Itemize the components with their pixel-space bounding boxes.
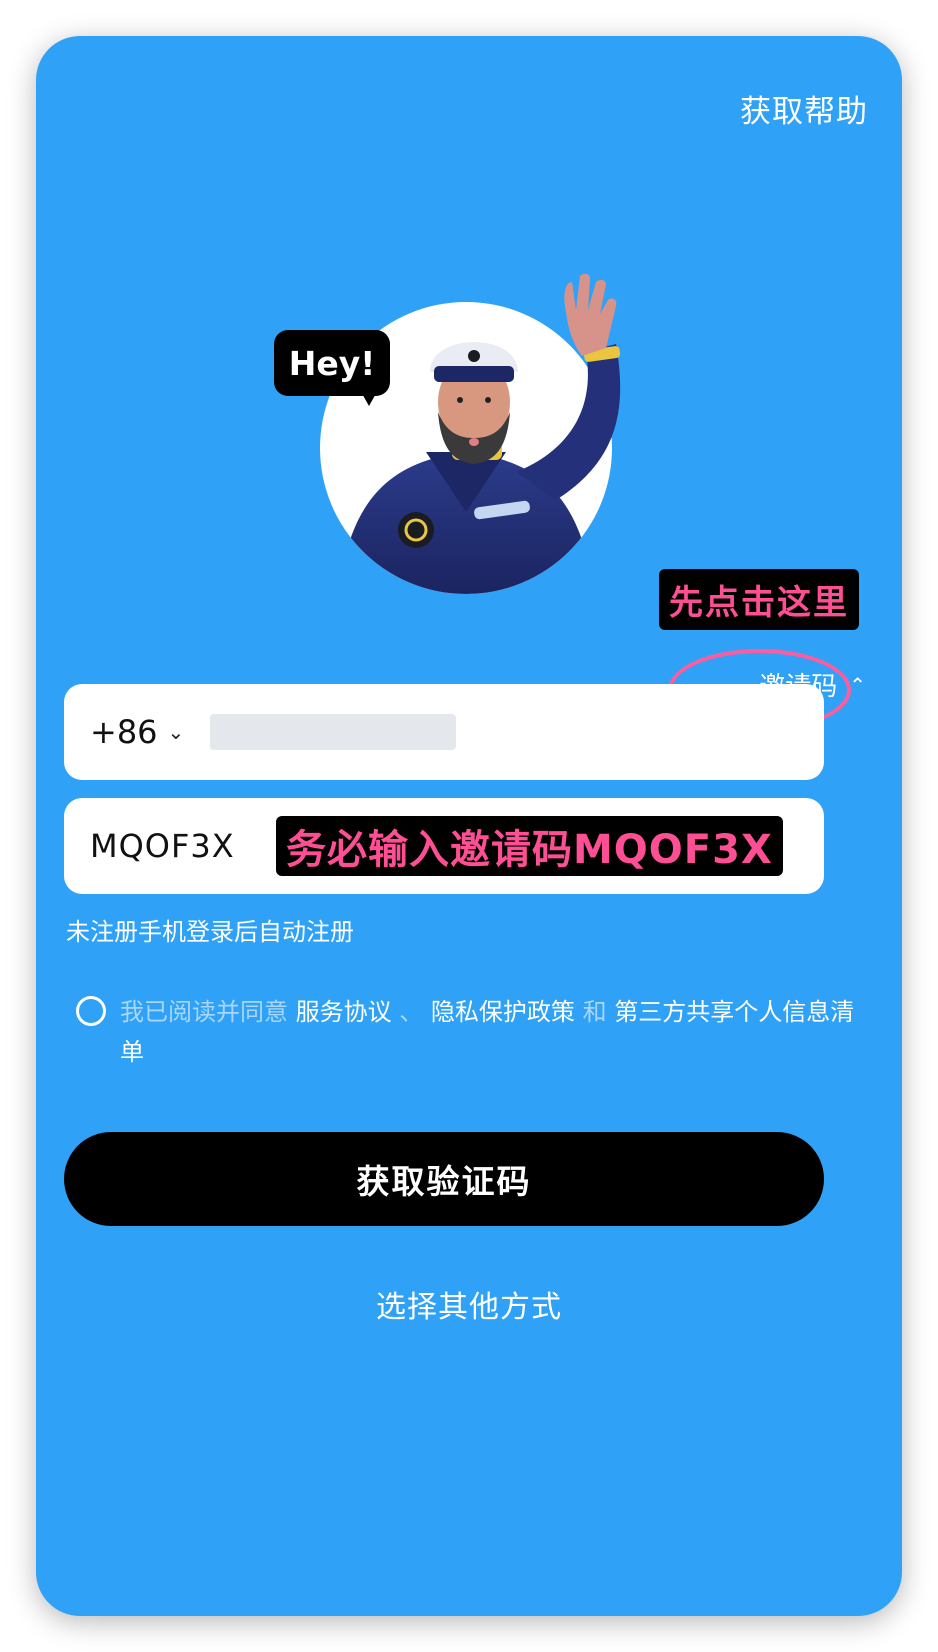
phone-number-input[interactable]: [210, 714, 457, 750]
login-screen: 获取帮助 Hey! 先点击这里 ⌃ +86 ⌄ MQOF3X 务必输入邀请码MQ…: [36, 36, 902, 1616]
chevron-down-icon: ⌄: [167, 720, 185, 744]
speech-bubble-tail: [360, 390, 378, 406]
agreement-and: 和: [582, 998, 607, 1026]
country-code-selector[interactable]: +86 ⌄: [90, 713, 184, 751]
captain-illustration: [266, 252, 686, 662]
agreement-separator: 、: [399, 998, 424, 1026]
agreement-checkbox[interactable]: [76, 996, 106, 1026]
service-agreement-link[interactable]: 服务协议: [296, 998, 392, 1026]
get-verification-code-button[interactable]: 获取验证码: [64, 1132, 824, 1226]
get-help-link[interactable]: 获取帮助: [740, 86, 868, 131]
country-code-value: +86: [90, 713, 158, 751]
enter-code-annotation: 务必输入邀请码MQOF3X: [276, 816, 783, 876]
privacy-policy-link[interactable]: 隐私保护政策: [431, 998, 575, 1026]
phone-field: +86 ⌄: [64, 684, 824, 780]
auto-register-note: 未注册手机登录后自动注册: [66, 918, 354, 946]
invite-code-field[interactable]: MQOF3X 务必输入邀请码MQOF3X: [64, 798, 824, 894]
click-here-annotation: 先点击这里: [659, 569, 859, 630]
other-methods-link[interactable]: 选择其他方式: [36, 1282, 902, 1326]
hey-speech-bubble: Hey!: [274, 330, 390, 396]
invite-code-value: MQOF3X: [90, 827, 235, 865]
agreement-text: 我已阅读并同意 服务协议 、 隐私保护政策 和 第三方共享个人信息清单: [120, 992, 866, 1072]
chevron-up-icon: ⌃: [849, 672, 866, 697]
agreement-prefix: 我已阅读并同意: [120, 998, 288, 1026]
agreement-row: 我已阅读并同意 服务协议 、 隐私保护政策 和 第三方共享个人信息清单: [76, 992, 866, 1072]
